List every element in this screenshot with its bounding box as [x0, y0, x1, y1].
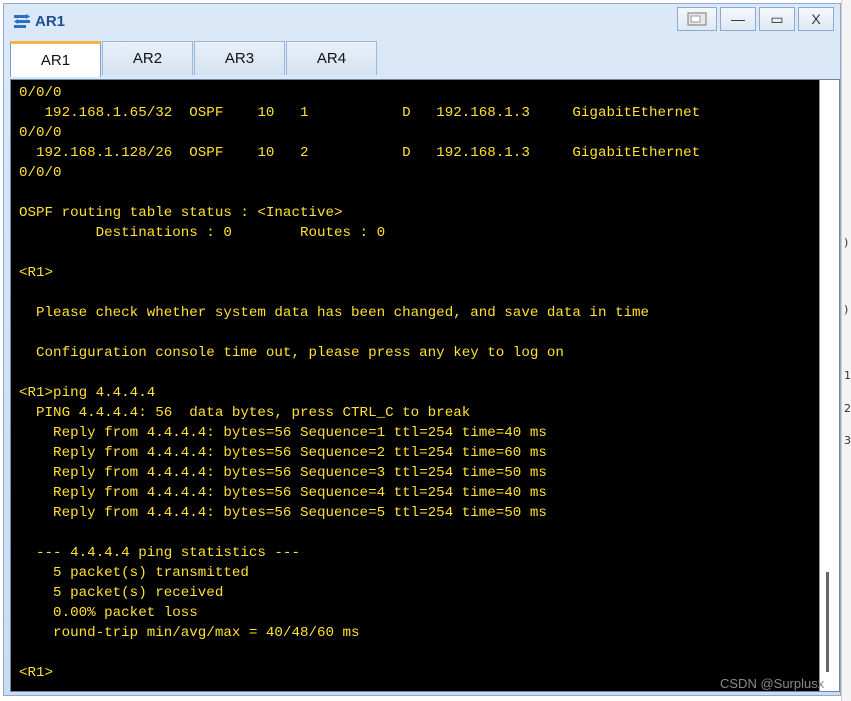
close-button[interactable]: X	[798, 7, 834, 31]
close-icon: X	[811, 11, 821, 27]
console-line: Reply from 4.4.4.4: bytes=56 Sequence=2 …	[19, 445, 547, 461]
console-line: Reply from 4.4.4.4: bytes=56 Sequence=5 …	[19, 505, 547, 521]
console-line: 0/0/0	[19, 85, 62, 101]
console-line: Destinations : 0 Routes : 0	[19, 225, 386, 241]
maximize-button[interactable]: ▭	[759, 7, 795, 31]
console-line: 5 packet(s) transmitted	[19, 565, 249, 581]
console-line: OSPF routing table status : <Inactive>	[19, 205, 343, 221]
window-controls: — ▭ X	[674, 7, 834, 33]
console-lines: 0/0/0 192.168.1.65/32 OSPF 10 1 D 192.16…	[19, 83, 700, 683]
minimize-icon: —	[731, 11, 745, 27]
console-line: Reply from 4.4.4.4: bytes=56 Sequence=1 …	[19, 425, 547, 441]
console-line: <R1>	[19, 665, 54, 681]
console-output[interactable]: 0/0/0 192.168.1.65/32 OSPF 10 1 D 192.16…	[10, 79, 840, 692]
title-bar[interactable]: AR1 — ▭ X	[4, 4, 840, 38]
maximize-icon: ▭	[770, 10, 784, 27]
scroll-track[interactable]	[819, 80, 839, 691]
device-tabs: AR1 AR2 AR3 AR4	[10, 41, 378, 77]
console-line: round-trip min/avg/max = 40/48/60 ms	[19, 625, 360, 641]
console-line: Please check whether system data has bee…	[19, 305, 650, 321]
console-scrollbar[interactable]	[819, 80, 839, 691]
background-edge-label: 1	[844, 369, 851, 382]
tab-label: AR1	[40, 52, 71, 69]
restore-window-button[interactable]	[677, 7, 717, 31]
background-edge-label: 2	[844, 402, 851, 415]
tab-ar1[interactable]: AR1	[10, 41, 101, 77]
router-app-icon	[14, 14, 30, 28]
restore-icon	[687, 12, 707, 26]
console-line: 192.168.1.128/26 OSPF 10 2 D 192.168.1.3…	[19, 145, 701, 161]
tab-ar2[interactable]: AR2	[102, 41, 193, 75]
watermark: CSDN @Surplusx	[720, 676, 825, 691]
tab-label: AR4	[316, 50, 347, 67]
tab-label: AR3	[224, 50, 255, 67]
console-line: 192.168.1.65/32 OSPF 10 1 D 192.168.1.3 …	[19, 105, 701, 121]
console-line: 0/0/0	[19, 165, 62, 181]
console-line: 5 packet(s) received	[19, 585, 224, 601]
window-title: AR1	[35, 13, 66, 30]
console-line: <R1>ping 4.4.4.4	[19, 385, 156, 401]
background-edge-label: 3	[844, 434, 851, 447]
minimize-button[interactable]: —	[720, 7, 756, 31]
tab-label: AR2	[132, 50, 163, 67]
background-window-edge	[841, 0, 851, 701]
console-line: <R1>	[19, 265, 54, 281]
console-line: Reply from 4.4.4.4: bytes=56 Sequence=4 …	[19, 485, 547, 501]
scroll-thumb[interactable]	[826, 572, 829, 672]
console-line: --- 4.4.4.4 ping statistics ---	[19, 545, 300, 561]
console-line: Configuration console time out, please p…	[19, 345, 564, 361]
console-line: 0.00% packet loss	[19, 605, 198, 621]
console-line: Reply from 4.4.4.4: bytes=56 Sequence=3 …	[19, 465, 547, 481]
tab-ar4[interactable]: AR4	[286, 41, 377, 75]
console-line: PING 4.4.4.4: 56 data bytes, press CTRL_…	[19, 405, 471, 421]
console-line: 0/0/0	[19, 125, 62, 141]
terminal-window: AR1 — ▭ X AR1 AR2 AR3 AR4 0/0/0 192.168.…	[3, 3, 841, 696]
tab-ar3[interactable]: AR3	[194, 41, 285, 75]
background-edge-label: )	[844, 236, 849, 249]
background-edge-label: )	[844, 303, 849, 316]
